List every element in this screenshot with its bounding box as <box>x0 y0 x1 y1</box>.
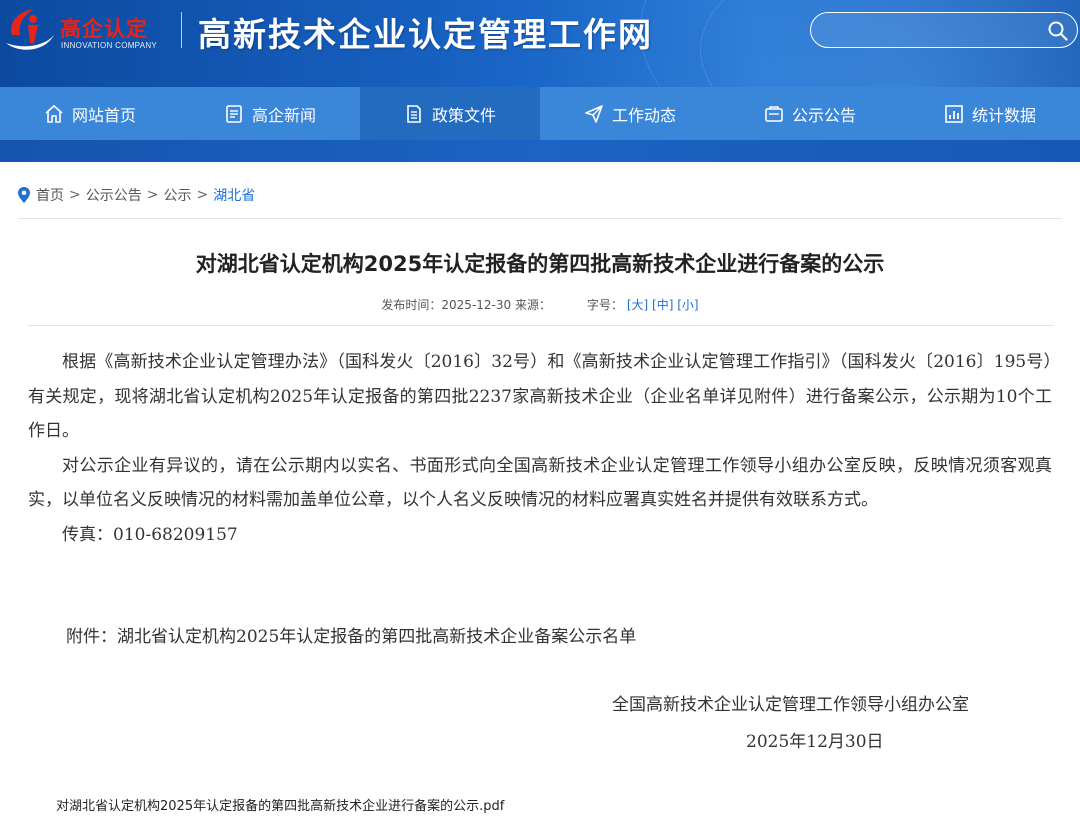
paragraph: 根据《高新技术企业认定管理办法》（国科发火〔2016〕32号）和《高新技术企业认… <box>28 352 1052 441</box>
nav-item-policy[interactable]: 政策文件 <box>360 87 540 140</box>
chart-icon <box>945 104 963 123</box>
main-nav: 网站首页 高企新闻 政策文件 工作动态 公示公告 统计数据 <box>0 87 1080 140</box>
publish-time: 发布时间：2025-12-30 来源： <box>381 298 551 312</box>
header-divider <box>181 12 182 48</box>
font-size-large-button[interactable]: [大] <box>627 298 648 312</box>
site-header: 高企认定 INNOVATION COMPANY 高新技术企业认定管理工作网 <box>0 0 1080 87</box>
font-size-small-button[interactable]: [小] <box>677 298 698 312</box>
attachment-line: 附件：湖北省认定机构2025年认定报备的第四批高新技术企业备案公示名单 <box>66 627 637 647</box>
signature-date: 2025年12月30日 <box>746 732 884 752</box>
news-icon <box>226 104 242 123</box>
nav-item-label: 工作动态 <box>611 105 676 125</box>
font-size-medium-button[interactable]: [中] <box>652 298 673 312</box>
divider <box>28 325 1054 326</box>
nav-item-label: 政策文件 <box>431 105 496 125</box>
breadcrumb-item-public[interactable]: 公示 <box>163 185 191 205</box>
site-logo[interactable]: 高企认定 INNOVATION COMPANY <box>4 5 174 55</box>
send-icon <box>585 104 603 123</box>
nav-item-notice[interactable]: 公示公告 <box>720 87 900 140</box>
logo-subtitle: INNOVATION COMPANY <box>61 41 158 50</box>
nav-item-stats[interactable]: 统计数据 <box>900 87 1080 140</box>
breadcrumb-item-current[interactable]: 湖北省 <box>213 185 255 205</box>
search-icon[interactable] <box>1047 20 1069 42</box>
font-size-label: 字号： <box>586 298 623 312</box>
nav-item-label: 网站首页 <box>71 105 136 125</box>
article-title: 对湖北省认定机构2025年认定报备的第四批高新技术企业进行备案的公示 <box>195 252 885 276</box>
nav-item-work[interactable]: 工作动态 <box>540 87 720 140</box>
article-meta: 发布时间：2025-12-30 来源： 字号： [大] [中] [小] <box>0 296 1080 313</box>
document-icon <box>407 104 421 123</box>
breadcrumb-item-notice[interactable]: 公示公告 <box>86 185 142 205</box>
signature-org: 全国高新技术企业认定管理工作领导小组办公室 <box>612 695 969 715</box>
nav-bottom-band <box>0 140 1080 162</box>
divider <box>18 218 1062 219</box>
attachment-pdf-link[interactable]: 对湖北省认定机构2025年认定报备的第四批高新技术企业进行备案的公示.pdf <box>56 795 504 814</box>
logo-text: 高企认定 <box>60 17 148 41</box>
logo-swoosh-icon <box>6 9 54 50</box>
site-title: 高新技术企业认定管理工作网 <box>198 15 653 54</box>
search-input[interactable] <box>825 19 1045 41</box>
breadcrumb-separator: > <box>146 187 159 203</box>
nav-item-home[interactable]: 网站首页 <box>0 87 180 140</box>
article-body: 根据《高新技术企业认定管理办法》（国科发火〔2016〕32号）和《高新技术企业认… <box>28 345 1052 552</box>
paragraph: 对公示企业有异议的，请在公示期内以实名、书面形式向全国高新技术企业认定管理工作领… <box>28 455 1052 511</box>
breadcrumb-item-home[interactable]: 首页 <box>36 185 64 205</box>
nav-item-label: 统计数据 <box>971 105 1036 125</box>
nav-item-label: 高企新闻 <box>251 105 316 125</box>
nav-item-label: 公示公告 <box>791 105 856 125</box>
nav-item-news[interactable]: 高企新闻 <box>180 87 360 140</box>
search-box <box>810 12 1078 48</box>
notice-icon <box>765 105 783 122</box>
breadcrumb: 首页 > 公示公告 > 公示 > 湖北省 <box>18 185 260 205</box>
location-pin-icon <box>18 187 30 203</box>
home-icon <box>45 104 63 123</box>
breadcrumb-separator: > <box>69 187 81 203</box>
paragraph-fax: 传真：010-68209157 <box>62 524 238 545</box>
breadcrumb-separator: > <box>196 187 209 203</box>
